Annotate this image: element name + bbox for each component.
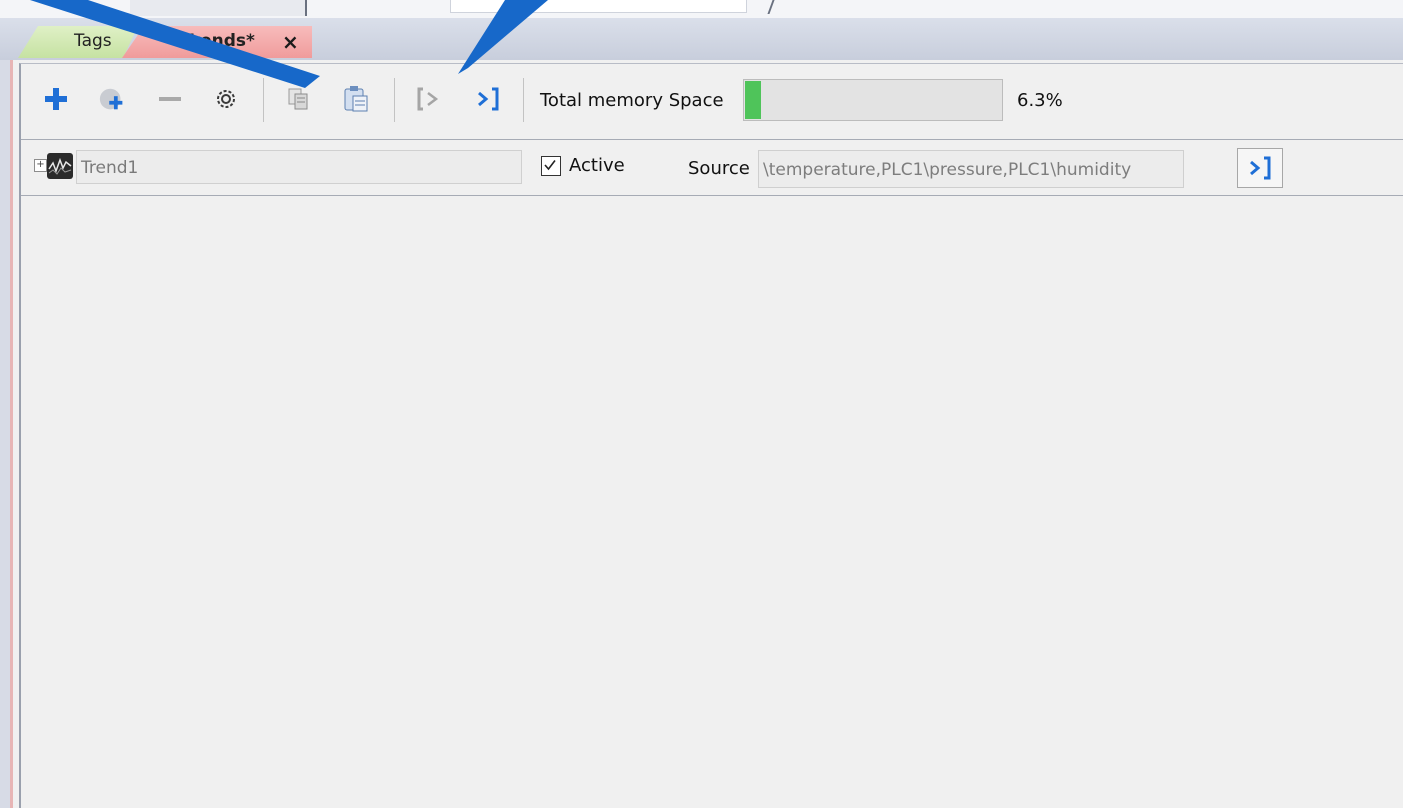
source-field[interactable]: \temperature,PLC1\pressure,PLC1\humidity bbox=[758, 150, 1184, 188]
memory-usage-bar bbox=[743, 79, 1003, 121]
top-strip-segment bbox=[130, 0, 307, 16]
copy-icon[interactable] bbox=[283, 84, 313, 114]
add-child-icon[interactable] bbox=[98, 84, 128, 114]
memory-space-label: Total memory Space bbox=[540, 90, 724, 111]
select-source-button[interactable] bbox=[1237, 148, 1283, 188]
document-tab-bar: Tags Trends* × bbox=[0, 18, 1403, 60]
trends-toolbar: Total memory Space 6.3% bbox=[21, 64, 1403, 136]
toolbar-separator bbox=[263, 78, 264, 122]
trend-name-field[interactable]: Trend1 bbox=[76, 150, 522, 184]
active-label: Active bbox=[569, 155, 625, 176]
add-icon[interactable] bbox=[41, 84, 71, 114]
active-checkbox[interactable] bbox=[541, 156, 561, 176]
remove-icon[interactable] bbox=[155, 84, 185, 114]
tab-tags[interactable]: Tags bbox=[18, 26, 138, 58]
memory-usage-fill bbox=[745, 81, 762, 119]
settings-icon[interactable] bbox=[211, 84, 241, 114]
trends-editor-panel: Total memory Space 6.3% + Trend1 Active … bbox=[10, 60, 1403, 808]
toolbar-separator bbox=[394, 78, 395, 122]
paste-icon[interactable] bbox=[341, 84, 371, 114]
trend-chart-icon bbox=[47, 153, 73, 179]
top-strip bbox=[0, 0, 1403, 19]
tab-tags-label: Tags bbox=[74, 31, 112, 51]
top-strip-field bbox=[450, 0, 747, 13]
trends-editor-content: Total memory Space 6.3% + Trend1 Active … bbox=[19, 63, 1403, 808]
import-icon[interactable] bbox=[414, 84, 444, 114]
close-tab-icon[interactable]: × bbox=[282, 30, 299, 54]
top-strip-divider bbox=[753, 0, 775, 14]
tab-trends[interactable]: Trends* × bbox=[122, 26, 312, 58]
trend-row[interactable]: + Trend1 Active Source \temperature,PLC1… bbox=[21, 139, 1403, 196]
expand-toggle[interactable]: + bbox=[34, 159, 47, 172]
tab-trends-label: Trends* bbox=[182, 31, 255, 51]
export-icon[interactable] bbox=[473, 84, 503, 114]
export-icon bbox=[1250, 156, 1271, 180]
toolbar-separator bbox=[523, 78, 524, 122]
source-label: Source bbox=[688, 158, 750, 179]
memory-percent: 6.3% bbox=[1017, 90, 1063, 111]
